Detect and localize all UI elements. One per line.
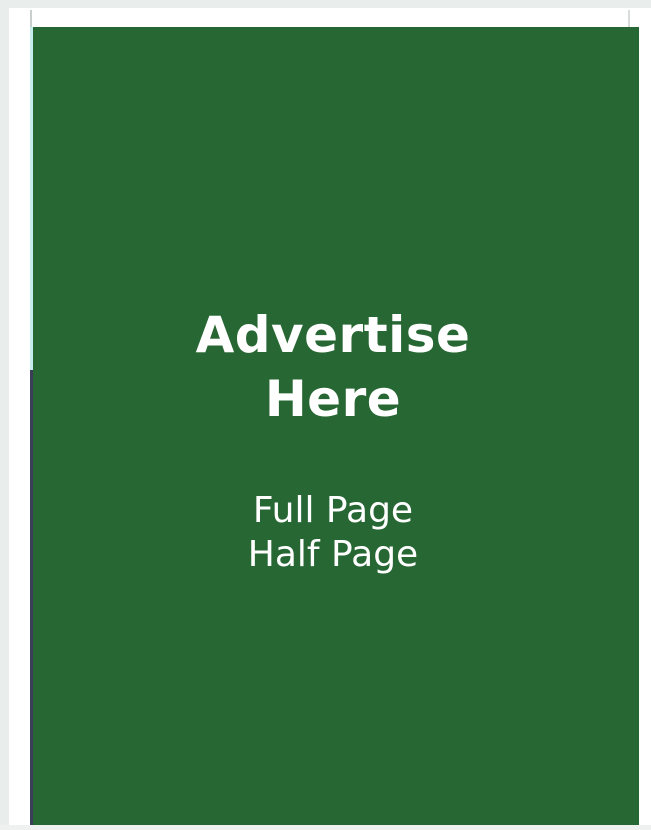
ad-title: Advertise Here <box>33 303 633 431</box>
page-corner-marker <box>30 10 32 27</box>
ad-title-line-1: Advertise <box>195 306 471 364</box>
viewer-bottom-strip <box>0 825 651 830</box>
ad-title-line-2: Here <box>264 370 402 428</box>
ad-size-options: Full Page Half Page <box>33 489 633 577</box>
advertisement-panel[interactable]: Advertise Here Full Page Half Page <box>33 27 639 825</box>
viewer-frame: Advertise Here Full Page Half Page <box>0 0 651 830</box>
ad-option-half-page: Half Page <box>247 534 419 575</box>
page-corner-marker-right <box>628 10 630 27</box>
ad-option-full-page: Full Page <box>252 490 414 531</box>
